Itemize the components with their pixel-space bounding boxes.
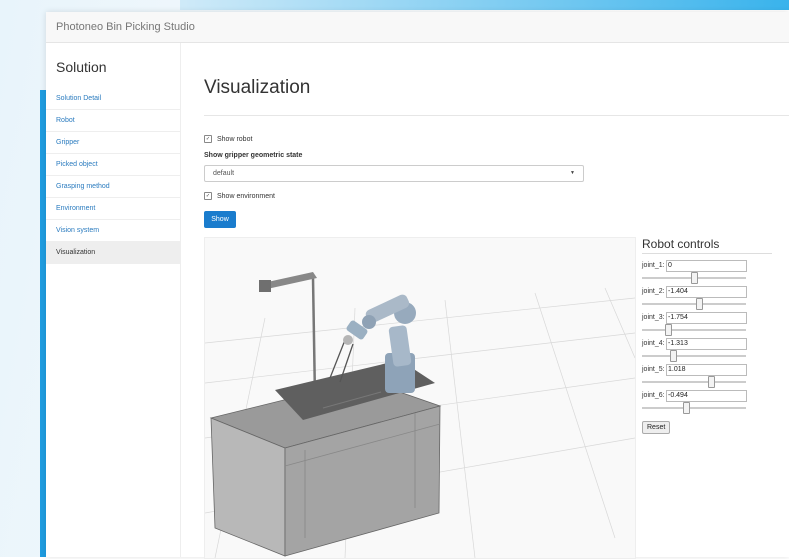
divider xyxy=(204,115,789,116)
sidebar-item-robot[interactable]: Robot xyxy=(46,110,180,132)
joint-5-label: joint_5: xyxy=(642,366,665,373)
joint-5-input[interactable]: 1.018 xyxy=(666,364,747,376)
joint-6-input[interactable]: -0.494 xyxy=(666,390,747,402)
robot-scene-illustration xyxy=(205,272,635,558)
joint-1-control: joint_1: 0 xyxy=(642,260,772,286)
app-brand[interactable]: Photoneo Bin Picking Studio xyxy=(56,21,195,33)
joint-5-slider-handle[interactable] xyxy=(707,376,715,388)
joint-3-control: joint_3: -1.754 xyxy=(642,312,772,338)
sidebar-list: Solution Detail Robot Gripper Picked obj… xyxy=(46,88,180,264)
sidebar-item-environment[interactable]: Environment xyxy=(46,198,180,220)
top-navbar: Photoneo Bin Picking Studio xyxy=(46,12,789,43)
app-window: Photoneo Bin Picking Studio Solution Sol… xyxy=(46,12,789,559)
show-environment-label: Show environment xyxy=(217,192,275,200)
joint-6-slider[interactable] xyxy=(642,402,746,414)
joint-1-label: joint_1: xyxy=(642,262,665,269)
sidebar-item-visualization[interactable]: Visualization xyxy=(46,242,180,264)
joint-4-label: joint_4: xyxy=(642,340,665,347)
joint-3-slider-handle[interactable] xyxy=(665,324,672,336)
joint-1-slider-handle[interactable] xyxy=(691,272,698,284)
sidebar-item-grasping-method[interactable]: Grasping method xyxy=(46,176,180,198)
joint-3-input[interactable]: -1.754 xyxy=(666,312,747,324)
reset-button[interactable]: Reset xyxy=(642,421,671,434)
joint-2-slider[interactable] xyxy=(642,298,746,310)
show-robot-row: ✓ Show robot xyxy=(204,135,252,143)
page-title: Visualization xyxy=(204,77,311,98)
gripper-state-value: default xyxy=(213,170,235,177)
show-robot-label: Show robot xyxy=(217,135,253,143)
joint-3-slider[interactable] xyxy=(642,324,746,336)
joint-6-control: joint_6: -0.494 xyxy=(642,390,772,416)
sidebar-title: Solution xyxy=(56,59,107,75)
joint-3-label: joint_3: xyxy=(642,314,665,321)
joint-2-label: joint_2: xyxy=(642,288,665,295)
camera-mount xyxy=(259,272,317,399)
joint-4-control: joint_4: -1.313 xyxy=(642,338,772,364)
sidebar-item-solution-detail[interactable]: Solution Detail xyxy=(46,88,180,110)
joint-5-slider[interactable] xyxy=(642,376,746,388)
joint-6-label: joint_6: xyxy=(642,392,665,399)
gripper-state-select[interactable]: default ▼ xyxy=(204,165,584,182)
chevron-down-icon: ▼ xyxy=(570,170,575,176)
3d-viewport[interactable] xyxy=(204,237,636,559)
joint-5-control: joint_5: 1.018 xyxy=(642,364,772,390)
decor-top-band xyxy=(180,0,789,10)
gripper-state-label: Show gripper geometric state xyxy=(204,152,303,159)
robot-controls-title: Robot controls xyxy=(642,237,772,254)
sidebar-item-vision-system[interactable]: Vision system xyxy=(46,220,180,242)
show-robot-checkbox[interactable]: ✓ xyxy=(204,135,212,143)
show-environment-row: ✓ Show environment xyxy=(204,192,275,200)
sidebar-item-picked-object[interactable]: Picked object xyxy=(46,154,180,176)
joint-1-slider[interactable] xyxy=(642,272,746,284)
robot-controls-panel: Robot controls joint_1: 0 joint_2: -1.40… xyxy=(642,237,772,434)
joint-2-slider-handle[interactable] xyxy=(696,298,704,310)
sidebar: Solution Solution Detail Robot Gripper P… xyxy=(46,43,181,557)
joint-1-input[interactable]: 0 xyxy=(666,260,747,272)
show-button[interactable]: Show xyxy=(204,211,236,228)
joint-2-input[interactable]: -1.404 xyxy=(666,286,747,298)
show-environment-checkbox[interactable]: ✓ xyxy=(204,192,212,200)
joint-4-slider-handle[interactable] xyxy=(670,350,678,362)
joint-2-control: joint_2: -1.404 xyxy=(642,286,772,312)
joint-6-slider-handle[interactable] xyxy=(682,402,690,414)
joint-4-input[interactable]: -1.313 xyxy=(666,338,747,350)
main-content: Visualization ✓ Show robot Show gripper … xyxy=(180,43,789,559)
sidebar-item-gripper[interactable]: Gripper xyxy=(46,132,180,154)
joint-4-slider[interactable] xyxy=(642,350,746,362)
